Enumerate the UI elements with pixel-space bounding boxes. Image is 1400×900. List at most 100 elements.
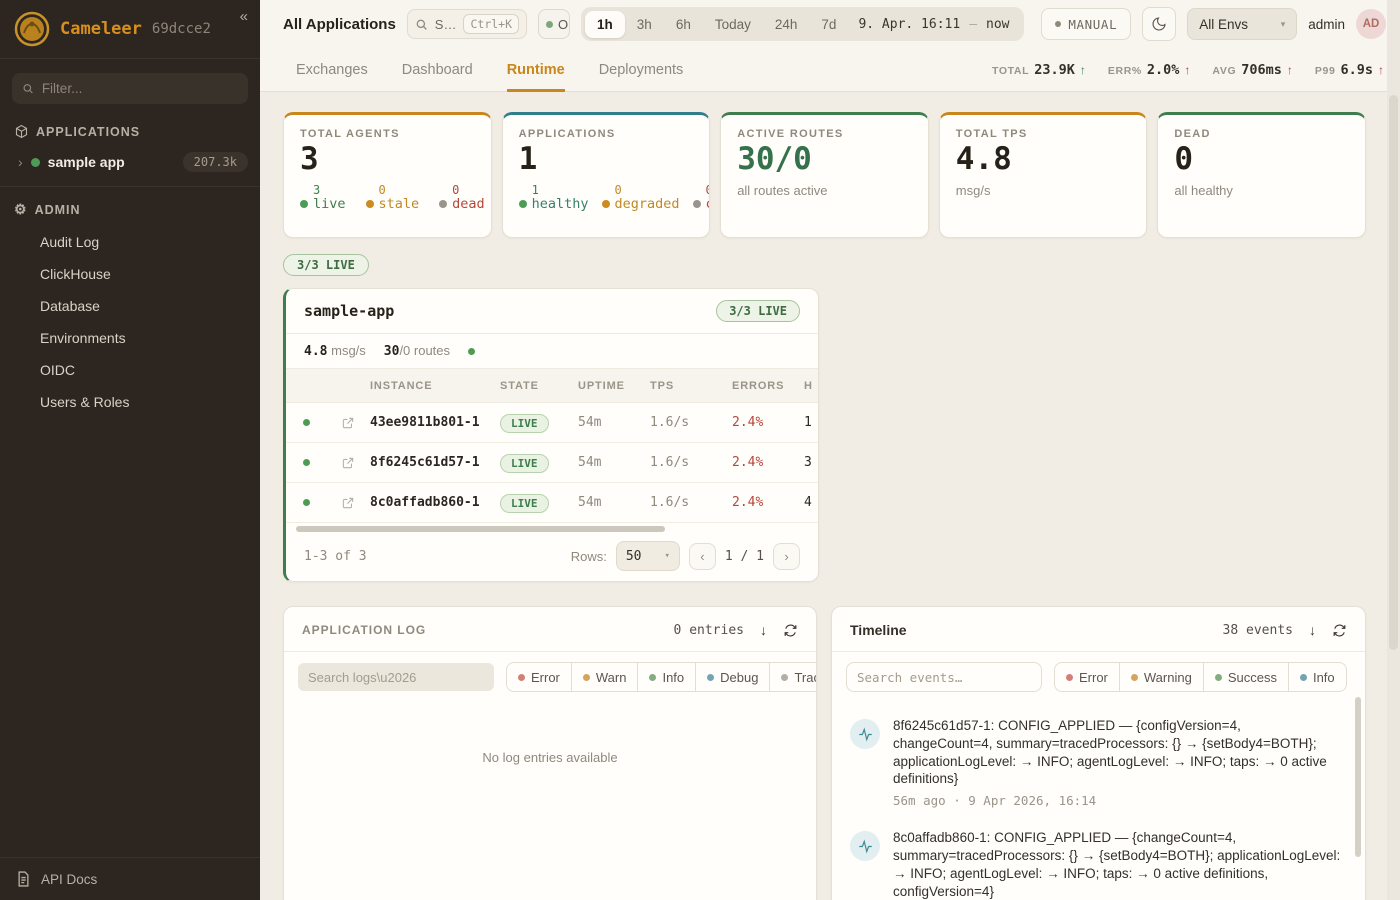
filter-chip-error[interactable]: Error [506,662,572,692]
download-icon[interactable]: ↓ [760,622,767,638]
user-name: admin [1308,17,1345,32]
filter-chip-warning[interactable]: Warning [1119,662,1204,692]
sidebar-item-api-docs[interactable]: API Docs [0,857,260,900]
sidebar-collapse-icon[interactable]: « [240,8,248,25]
card-active-routes: ACTIVE ROUTES 30/0 all routes active [720,112,929,238]
tab-runtime[interactable]: Runtime [507,48,565,92]
sidebar-spacer [0,418,260,857]
application-card: sample-app 3/3 LIVE 4.8 msg/s 30/0 route… [283,288,819,582]
horizontal-scrollbar-thumb[interactable] [296,526,665,532]
timeline-event[interactable]: 8c0affadb860-1: CONFIG_APPLIED — {change… [846,818,1345,900]
live-summary-badge: 3/3 LIVE [283,254,369,276]
online-status-chip[interactable]: O [538,9,570,39]
sidebar-item-environments[interactable]: Environments [0,322,260,354]
date-range[interactable]: 9. Apr. 16:11 – now [848,17,1019,32]
search-icon [415,18,428,31]
chevron-down-icon: ▾ [664,551,669,561]
main-scrollbar-thumb[interactable] [1389,95,1398,650]
filter-chip-info[interactable]: Info [637,662,696,692]
sidebar-header: Cameleer 69dcce2 « [0,0,260,59]
rows-per-page-select[interactable]: 50 ▾ [616,541,680,571]
sidebar-item-oidc[interactable]: OIDC [0,354,260,386]
table-row[interactable]: 43ee9811b801-1 LIVE 54m 1.6/s 2.4% 1 [286,403,818,443]
range-24h[interactable]: 24h [763,11,810,38]
sidebar-filter-input[interactable] [42,81,238,96]
sidebar-item-database[interactable]: Database [0,290,260,322]
tab-dashboard[interactable]: Dashboard [402,48,473,92]
range-6h[interactable]: 6h [664,11,703,38]
prev-page-button[interactable]: ‹ [689,543,716,570]
app-count-badge: 207.3k [183,152,248,172]
sidebar-item-audit-log[interactable]: Audit Log [0,226,260,258]
sub-degraded: 0degraded [602,183,680,213]
table-pagination: 1-3 of 3 Rows: 50 ▾ ‹ 1 / 1 › [286,535,818,581]
sub-healthy: 1healthy [519,183,589,213]
table-row[interactable]: 8c0affadb860-1 LIVE 54m 1.6/s 2.4% 4 [286,483,818,523]
bottom-panels: APPLICATION LOG 0 entries ↓ Error Warn I… [283,606,1366,900]
external-link-icon[interactable] [341,416,355,430]
card-applications: APPLICATIONS 1 1healthy 0degraded 0criti [502,112,711,238]
timeline-title: Timeline [850,622,907,638]
timeline-search-input[interactable] [846,662,1042,692]
next-page-button[interactable]: › [773,543,800,570]
activity-icon [858,727,873,742]
env-select[interactable]: All Envs ▾ [1187,8,1297,40]
global-search[interactable]: S… Ctrl+K [407,9,527,39]
filter-chip-trace[interactable]: Trace [769,662,817,692]
date-separator: – [969,17,977,32]
range-1h[interactable]: 1h [585,11,625,38]
sidebar-item-users-roles[interactable]: Users & Roles [0,386,260,418]
manual-dot [1055,21,1061,27]
search-icon [22,82,34,95]
instance-status-dot [303,419,310,426]
timeline-scrollbar-thumb[interactable] [1355,697,1361,857]
header-stats: TOTAL 23.9K ↑ ERR% 2.0% ↑ AVG 706ms ↑ P9… [992,62,1384,78]
trend-up-icon: ↑ [1080,63,1086,77]
state-badge: LIVE [500,494,549,513]
timeline-event[interactable]: 8f6245c61d57-1: CONFIG_APPLIED — {config… [846,706,1345,818]
stat-total: TOTAL 23.9K ↑ [992,62,1086,78]
range-7d[interactable]: 7d [809,11,848,38]
refresh-icon[interactable] [1332,623,1347,638]
dark-mode-toggle[interactable] [1142,7,1176,41]
chevron-right-icon[interactable]: › [18,154,23,170]
stat-avg: AVG 706ms ↑ [1212,62,1293,78]
sub-dead: 0dead [439,183,485,213]
content: TOTAL AGENTS 3 3live 0stale 0dead APPLIC… [260,92,1400,900]
manual-refresh-button[interactable]: MANUAL [1041,8,1131,40]
table-row[interactable]: 8f6245c61d57-1 LIVE 54m 1.6/s 2.4% 3 [286,443,818,483]
log-panel-title: APPLICATION LOG [302,623,426,637]
horizontal-scrollbar [296,526,808,534]
cameleer-logo [14,11,50,47]
range-3h[interactable]: 3h [625,11,664,38]
application-card-header[interactable]: sample-app 3/3 LIVE [286,289,818,334]
refresh-icon[interactable] [783,623,798,638]
sub-live: 3live [300,183,346,213]
document-icon [16,871,31,887]
sidebar-filter[interactable] [12,73,248,104]
download-icon[interactable]: ↓ [1309,622,1316,638]
sidebar-item-clickhouse[interactable]: ClickHouse [0,258,260,290]
log-search-input[interactable] [298,663,494,691]
app-status-dot [31,158,40,167]
filter-chip-info[interactable]: Info [1288,662,1347,692]
instance-status-dot [303,459,310,466]
timeline-filters: Error Warning Success Info [1054,662,1347,692]
tab-deployments[interactable]: Deployments [599,48,684,92]
filter-chip-success[interactable]: Success [1203,662,1289,692]
external-link-icon[interactable] [341,456,355,470]
application-log-panel: APPLICATION LOG 0 entries ↓ Error Warn I… [283,606,817,900]
application-title: sample-app [304,302,394,320]
tab-exchanges[interactable]: Exchanges [296,48,368,92]
sidebar-item-sample-app[interactable]: › sample app 207.3k [0,147,260,184]
range-today[interactable]: Today [703,11,763,38]
filter-chip-error[interactable]: Error [1054,662,1120,692]
main-area: All Applications S… Ctrl+K O 1h 3h 6h To… [260,0,1400,900]
filter-chip-debug[interactable]: Debug [695,662,770,692]
external-link-icon[interactable] [341,496,355,510]
build-hash: 69dcce2 [152,21,211,37]
avatar[interactable]: AD [1356,9,1386,39]
filter-chip-warn[interactable]: Warn [571,662,639,692]
log-level-filters: Error Warn Info Debug Trace [506,662,817,692]
application-live-badge: 3/3 LIVE [716,300,800,322]
